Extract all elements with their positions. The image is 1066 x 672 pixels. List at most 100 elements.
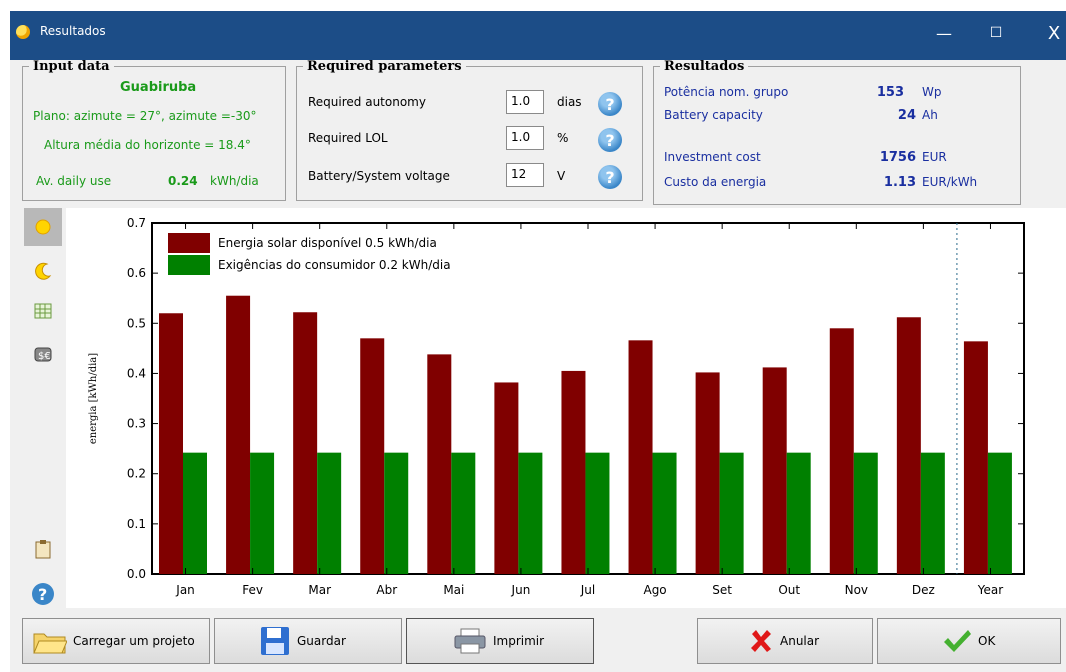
solar-energy-bar <box>829 328 854 574</box>
table-view-button[interactable] <box>24 292 62 330</box>
minimize-button[interactable]: — <box>930 19 958 47</box>
sun-icon <box>35 219 51 235</box>
solar-energy-bar <box>293 312 318 574</box>
system-voltage-label: Battery/System voltage <box>308 169 450 183</box>
green-check-icon <box>944 630 971 652</box>
save-label: Guardar <box>297 634 346 648</box>
printer-icon <box>454 628 486 654</box>
system-voltage-unit: V <box>557 169 566 183</box>
solar-energy-bar <box>360 338 385 574</box>
y-tick-label: 0.3 <box>127 417 146 431</box>
energy-cost-unit: EUR/kWh <box>922 175 978 189</box>
money-bag-icon: $€ <box>34 347 52 362</box>
moon-icon <box>35 262 52 280</box>
battery-capacity-label: Battery capacity <box>664 108 763 122</box>
daily-use-unit: kWh/dia <box>210 174 259 188</box>
battery-capacity-unit: Ah <box>922 108 938 122</box>
folder-icon <box>33 633 67 654</box>
cancel-button[interactable]: Anular <box>697 618 873 664</box>
x-tick-label: Ago <box>643 583 666 597</box>
print-button[interactable]: Imprimir <box>406 618 594 664</box>
svg-text:?: ? <box>38 585 47 604</box>
solar-energy-bar <box>159 313 183 574</box>
close-button[interactable]: X <box>1040 19 1066 47</box>
maximize-button[interactable]: ☐ <box>982 19 1010 47</box>
autonomy-help-icon[interactable]: ? <box>598 92 622 116</box>
consumer-need-bar <box>585 452 610 574</box>
x-tick-label: Jun <box>511 583 531 597</box>
consumer-need-bar <box>317 452 342 574</box>
daily-use-value: 0.24 <box>168 174 198 188</box>
x-tick-label: Dez <box>912 583 935 597</box>
required-lol-unit: % <box>557 131 569 145</box>
nominal-power-label: Potência nom. grupo <box>664 85 789 99</box>
y-tick-label: 0.7 <box>127 216 146 230</box>
x-tick-label: Mar <box>308 583 331 597</box>
energy-cost-value: 1.13 <box>883 175 916 190</box>
required-parameters-legend: Required parameters <box>307 59 462 74</box>
nominal-power-unit: Wp <box>922 85 942 99</box>
x-tick-label: Abr <box>376 583 397 597</box>
investment-cost-value: 1756 <box>879 150 916 165</box>
solar-energy-bar <box>963 341 988 574</box>
consumer-need-bar <box>518 452 543 574</box>
results-legend: Resultados <box>664 59 745 74</box>
x-tick-label: Year <box>977 583 1003 597</box>
x-tick-label: Jan <box>175 583 195 597</box>
economics-view-button[interactable]: $€ <box>24 334 62 372</box>
svg-text:$€: $€ <box>38 351 51 362</box>
legend-label: Energia solar disponível 0.5 kWh/dia <box>218 236 437 250</box>
x-tick-label: Mai <box>443 583 464 597</box>
ok-button[interactable]: OK <box>877 618 1061 664</box>
sun-view-button[interactable] <box>24 208 62 246</box>
solar-energy-bar <box>226 295 251 574</box>
battery-capacity-value: 24 <box>897 108 916 123</box>
lol-help-icon[interactable]: ? <box>598 128 622 152</box>
report-button[interactable] <box>24 530 62 568</box>
y-tick-label: 0.5 <box>127 316 146 330</box>
consumer-need-bar <box>384 452 409 574</box>
plane-orientation: Plano: azimute = 27°, azimute =-30° <box>33 109 257 123</box>
required-autonomy-label: Required autonomy <box>308 95 426 109</box>
help-button[interactable]: ? <box>24 575 62 613</box>
required-autonomy-input[interactable]: 1.0 <box>506 90 544 114</box>
red-x-icon <box>751 630 771 652</box>
save-button[interactable]: Guardar <box>214 618 402 664</box>
voltage-help-icon[interactable]: ? <box>598 165 622 189</box>
consumer-need-bar <box>920 452 945 574</box>
input-data-legend: Input data <box>33 59 110 74</box>
print-label: Imprimir <box>493 634 545 648</box>
load-project-label: Carregar um projeto <box>73 634 195 648</box>
nominal-power-value: 153 <box>876 85 904 100</box>
investment-cost-unit: EUR <box>922 150 947 164</box>
energy-cost-label: Custo da energia <box>664 175 767 189</box>
site-name: Guabiruba <box>120 80 197 95</box>
y-tick-label: 0.1 <box>127 517 146 531</box>
clipboard-icon <box>35 540 51 559</box>
load-project-button[interactable]: Carregar um projeto <box>22 618 210 664</box>
y-axis-label: energia [kWh/dia] <box>88 353 99 444</box>
legend-swatch <box>168 255 210 275</box>
required-autonomy-unit: dias <box>557 95 582 109</box>
help-icon: ? <box>32 583 54 605</box>
solar-energy-bar <box>695 372 720 574</box>
required-lol-label: Required LOL <box>308 131 388 145</box>
solar-energy-bar <box>628 340 653 574</box>
x-tick-label: Nov <box>845 583 868 597</box>
consumer-need-bar <box>786 452 811 574</box>
consumer-need-bar <box>451 452 476 574</box>
table-icon <box>34 303 52 319</box>
horizon-height: Altura média do horizonte = 18.4° <box>44 138 251 152</box>
window-title: Resultados <box>40 24 106 38</box>
y-tick-label: 0.6 <box>127 266 146 280</box>
solar-energy-bar <box>896 317 921 574</box>
system-voltage-input[interactable]: 12 <box>506 163 544 187</box>
solar-energy-bar <box>494 382 519 574</box>
x-tick-label: Set <box>712 583 732 597</box>
cancel-label: Anular <box>780 634 820 648</box>
moon-view-button[interactable] <box>24 252 62 290</box>
required-lol-input[interactable]: 1.0 <box>506 126 544 150</box>
consumer-need-bar <box>183 452 207 574</box>
investment-cost-label: Investment cost <box>664 150 761 164</box>
ok-label: OK <box>978 634 996 648</box>
